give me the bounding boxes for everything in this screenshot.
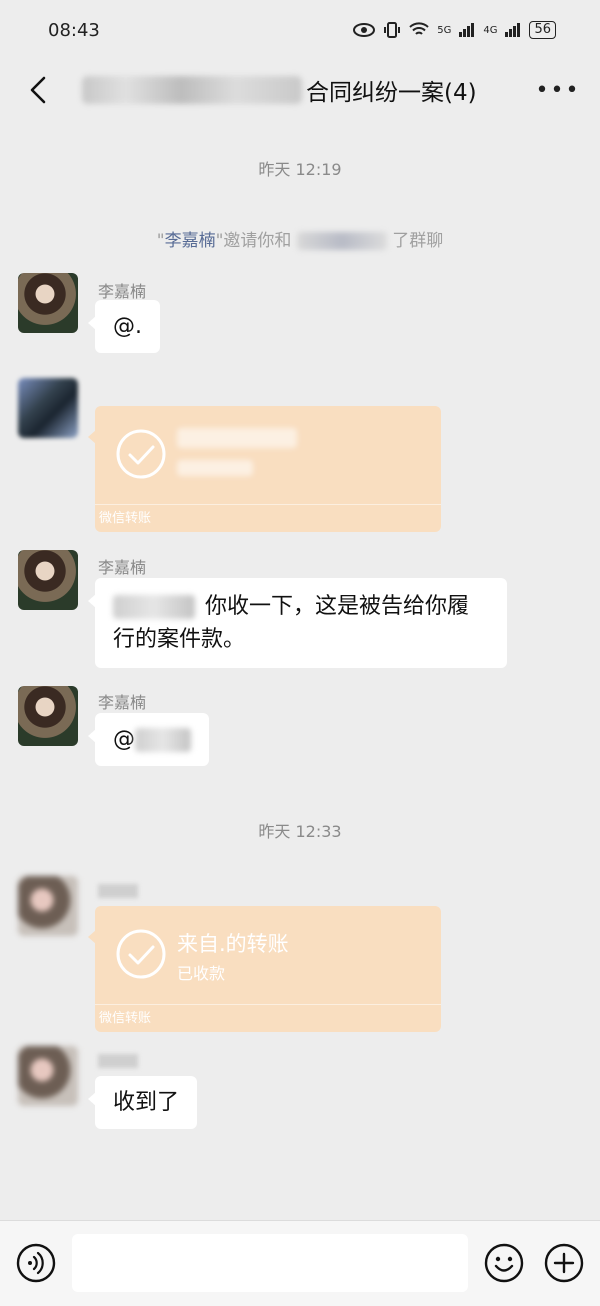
- sys-text-b: 了群聊: [392, 231, 444, 251]
- status-bar: 08:43 5G 4G 56: [0, 0, 600, 60]
- redacted-title-part: [82, 76, 302, 104]
- sys-text-a: "邀请你和: [215, 231, 292, 251]
- check-icon: [116, 429, 166, 479]
- sys-quote: ": [156, 231, 165, 251]
- transfer-footer: 微信转账: [95, 504, 441, 532]
- sender-name: 李嘉楠: [98, 558, 147, 577]
- wifi-icon: [409, 22, 429, 35]
- message-text: @: [113, 727, 135, 752]
- message-bubble[interactable]: @.: [88, 300, 160, 353]
- message-bubble[interactable]: @: [88, 713, 209, 766]
- message-input[interactable]: [72, 1234, 468, 1292]
- transfer-card[interactable]: 来自.的转账 已收款 微信转账: [88, 906, 441, 1032]
- sender-name: 李嘉楠: [98, 282, 147, 301]
- redacted-mention: [135, 728, 191, 752]
- redacted-transfer-status: [177, 460, 253, 476]
- signal-icon: [459, 23, 475, 37]
- back-icon[interactable]: [20, 72, 56, 108]
- chat-title-text: 合同纠纷一案(4): [306, 80, 477, 106]
- avatar[interactable]: [18, 550, 78, 610]
- transfer-title: 来自.的转账: [177, 932, 289, 956]
- eye-icon: [353, 23, 376, 37]
- redacted-mention: [113, 595, 195, 619]
- chat-header: 合同纠纷一案(4) •••: [0, 60, 600, 120]
- redacted-transfer-title: [177, 428, 297, 448]
- avatar[interactable]: [18, 273, 78, 333]
- message-bubble[interactable]: 你收一下，这是被告给你履行的案件款。: [88, 578, 507, 668]
- network-label-1: 5G: [437, 24, 452, 36]
- chat-title: 合同纠纷一案(4): [82, 68, 502, 112]
- avatar[interactable]: [18, 1046, 78, 1106]
- vibrate-icon: [384, 22, 401, 38]
- network-label-2: 4G: [483, 24, 498, 36]
- check-icon: [116, 929, 166, 979]
- sys-inviter[interactable]: 李嘉楠: [165, 231, 216, 251]
- status-icons: 5G 4G 56: [353, 21, 556, 39]
- status-time: 08:43: [48, 19, 100, 41]
- timestamp: 昨天 12:19: [258, 160, 342, 179]
- battery-icon: 56: [529, 21, 556, 39]
- emoji-icon[interactable]: [484, 1243, 524, 1283]
- message-bubble[interactable]: 收到了: [87, 1076, 198, 1129]
- system-message: "李嘉楠"邀请你和 了群聊: [0, 226, 600, 251]
- signal-icon: [505, 23, 521, 37]
- transfer-card[interactable]: 微信转账: [88, 406, 441, 532]
- more-icon[interactable]: •••: [536, 74, 579, 106]
- redacted-sender: [98, 884, 138, 898]
- transfer-footer: 微信转账: [95, 1004, 441, 1032]
- transfer-title: [177, 428, 297, 453]
- transfer-status: 已收款: [177, 964, 226, 983]
- voice-icon[interactable]: [16, 1243, 56, 1283]
- avatar[interactable]: [18, 876, 78, 936]
- sender-name: 李嘉楠: [98, 693, 147, 712]
- plus-icon[interactable]: [544, 1243, 584, 1283]
- avatar[interactable]: [18, 378, 78, 438]
- avatar[interactable]: [18, 686, 78, 746]
- transfer-status: [177, 460, 253, 480]
- redacted-name: [296, 232, 387, 250]
- input-bar: [0, 1220, 600, 1306]
- timestamp: 昨天 12:33: [258, 822, 342, 841]
- redacted-sender: [98, 1054, 138, 1068]
